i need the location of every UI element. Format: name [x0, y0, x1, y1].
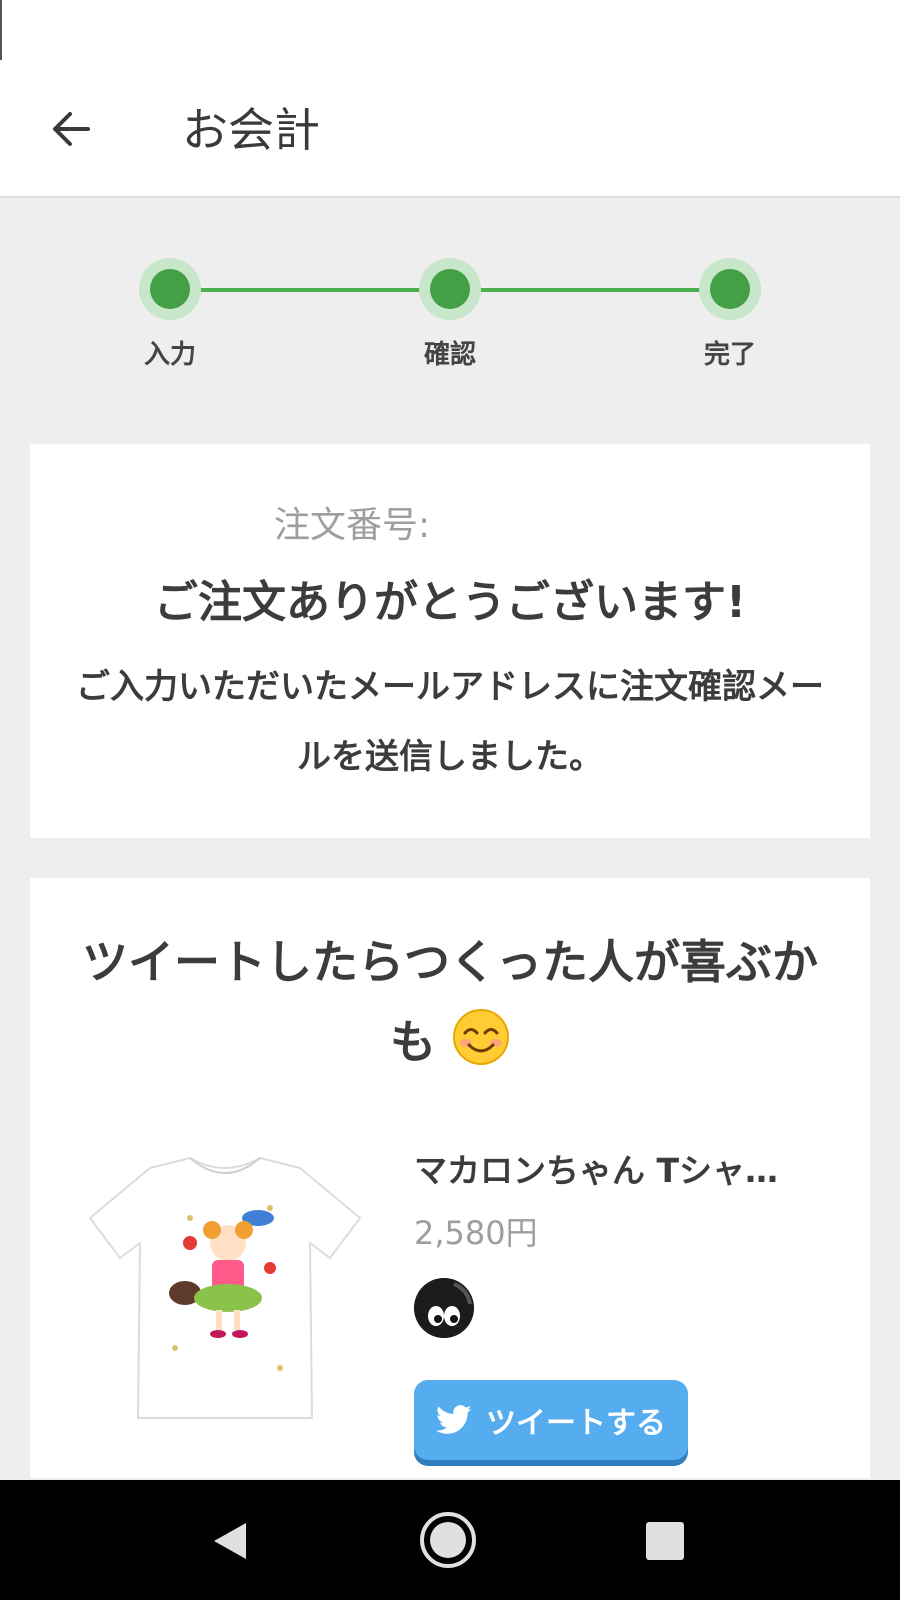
step-label: 完了	[703, 340, 756, 370]
system-nav-bar	[0, 1480, 900, 1600]
step-label: 確認	[423, 340, 476, 370]
twitter-bird-icon	[436, 1405, 472, 1434]
step-confirm: 確認	[390, 258, 510, 371]
step-dot	[699, 258, 761, 320]
status-bar	[0, 0, 900, 62]
tweet-heading-text: ツイートしたらつくった人が喜ぶかも	[82, 935, 818, 1069]
smiling-face-icon	[453, 1009, 509, 1065]
nav-home-inner	[430, 1522, 466, 1558]
tweet-button-label: ツイートする	[486, 1406, 666, 1441]
step-input: 入力	[110, 258, 230, 371]
order-number-label: 注文番号:	[274, 505, 431, 546]
tweet-heading: ツイートしたらつくった人が喜ぶかも	[80, 922, 820, 1082]
product-name[interactable]: マカロンちゃん Tシャ…	[414, 1144, 814, 1192]
tweet-card: ツイートしたらつくった人が喜ぶかも マカロンちゃん Tシャ… 2,580円 ツイ…	[30, 878, 870, 1478]
status-indicator	[0, 0, 2, 60]
product-price: 2,580円	[414, 1214, 538, 1252]
order-complete-card: 注文番号: ご注文ありがとうございます! ご入力いただいたメールアドレスに注文確…	[30, 444, 870, 838]
creator-avatar[interactable]	[414, 1278, 474, 1338]
back-button[interactable]	[36, 94, 106, 164]
step-label: 入力	[143, 340, 196, 370]
step-complete: 完了	[670, 258, 790, 371]
step-dot	[419, 258, 481, 320]
tweet-button[interactable]: ツイートする	[414, 1380, 688, 1460]
mail-sent-note: ご入力いただいたメールアドレスに注文確認メールを送信しました。	[76, 667, 824, 777]
arrow-left-icon	[53, 112, 90, 146]
product-tshirt-image[interactable]	[80, 1148, 370, 1438]
creator-avatar-image	[414, 1278, 474, 1338]
thanks-message: ご注文ありがとうございます!	[153, 577, 747, 628]
page-title: お会計	[182, 103, 320, 157]
step-dot	[139, 258, 201, 320]
nav-home-icon[interactable]	[420, 1512, 476, 1568]
nav-recent-apps-icon[interactable]	[646, 1522, 684, 1560]
checkout-stepper: 入力 確認 完了	[0, 198, 900, 438]
app-bar: お会計	[0, 62, 900, 198]
nav-back-icon[interactable]	[210, 1520, 250, 1562]
